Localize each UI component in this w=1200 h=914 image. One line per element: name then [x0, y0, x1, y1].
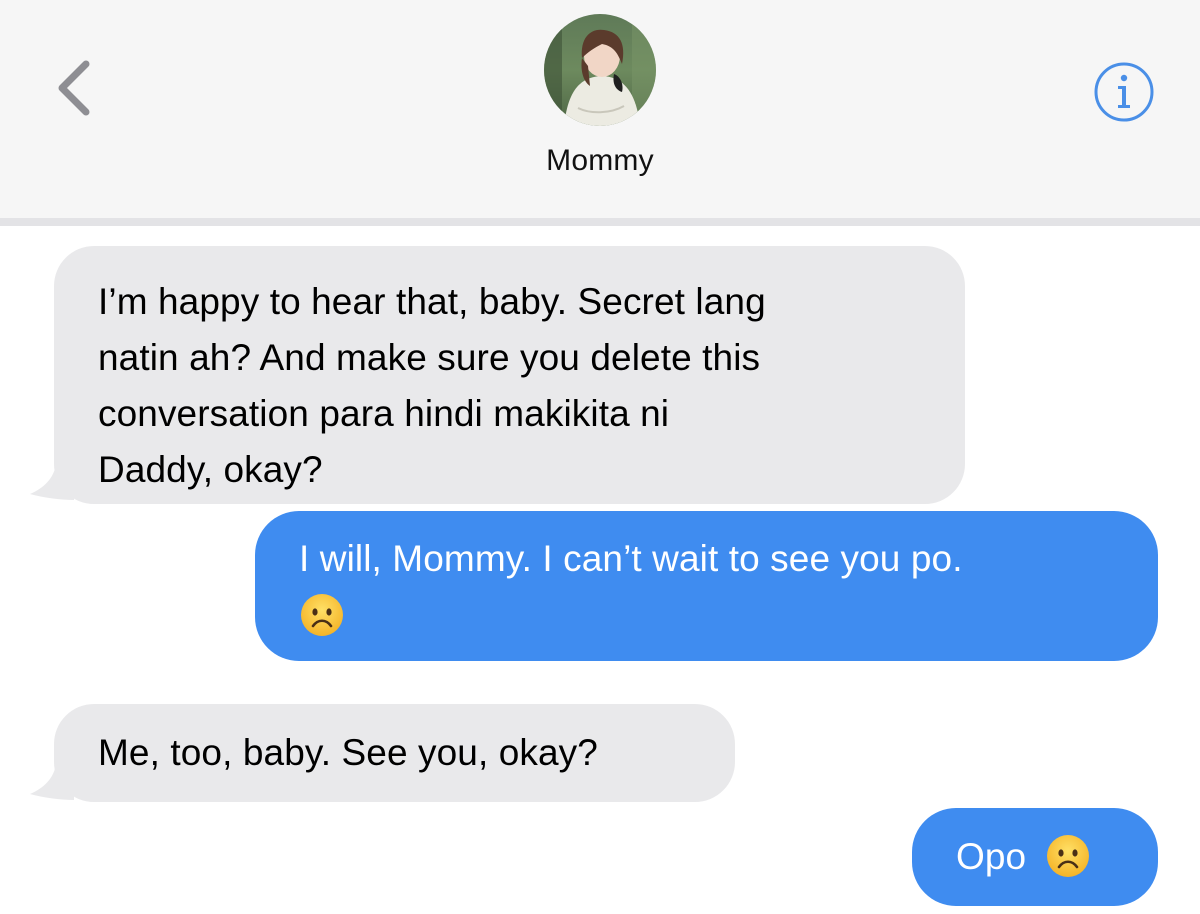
message-text-line: Daddy, okay? — [98, 449, 323, 490]
info-button[interactable] — [1092, 60, 1156, 124]
avatar-photo — [544, 14, 656, 126]
info-icon — [1094, 62, 1154, 122]
contact-name[interactable]: Mommy — [0, 144, 1200, 178]
conversation-header: Mommy — [0, 0, 1200, 218]
incoming-message[interactable]: Me, too, baby. See you, okay? — [54, 704, 735, 802]
frowning-face-emoji — [301, 594, 343, 637]
contact-avatar[interactable] — [544, 14, 656, 126]
message-text-line: I’m happy to hear that, baby. Secret lan… — [98, 281, 766, 322]
chevron-left-icon — [58, 60, 90, 116]
outgoing-message[interactable]: Opo — [912, 808, 1158, 906]
header-divider — [0, 218, 1200, 226]
message-text: Opo — [956, 836, 1027, 877]
outgoing-message[interactable]: I will, Mommy. I can’t wait to see you p… — [255, 511, 1158, 661]
message-thread[interactable]: I’m happy to hear that, baby. Secret lan… — [0, 226, 1200, 914]
message-text: I will, Mommy. I can’t wait to see you p… — [299, 538, 963, 579]
incoming-message[interactable]: I’m happy to hear that, baby. Secret lan… — [54, 246, 965, 504]
message-text-line: natin ah? And make sure you delete this — [98, 337, 761, 378]
back-button[interactable] — [48, 56, 108, 120]
message-text: Me, too, baby. See you, okay? — [98, 732, 598, 773]
message-text-line: conversation para hindi makikita ni — [98, 393, 670, 434]
frowning-face-emoji — [1046, 835, 1089, 878]
